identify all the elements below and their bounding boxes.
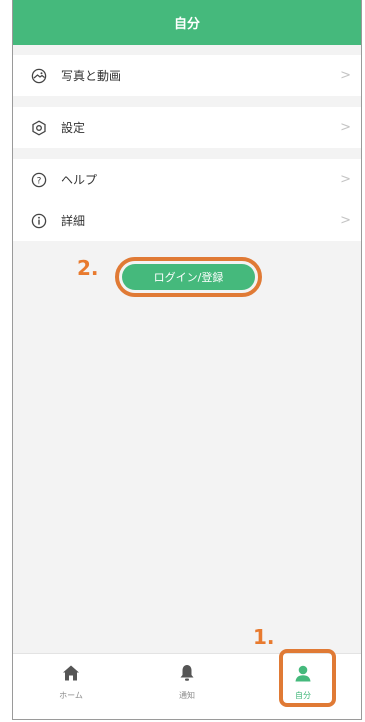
step-1-annotation: 1.: [253, 625, 275, 649]
tab-home[interactable]: ホーム: [13, 654, 129, 719]
svg-text:?: ?: [37, 176, 42, 186]
photo-icon: [31, 68, 47, 84]
tab-notifications[interactable]: 通知: [129, 654, 245, 719]
help-circle-icon: ?: [31, 172, 47, 188]
menu-item-help[interactable]: ? ヘルプ >: [13, 159, 361, 200]
menu-item-photos[interactable]: 写真と動画 >: [13, 55, 361, 96]
hexagon-settings-icon: [31, 119, 47, 136]
menu-item-details[interactable]: 詳細 >: [13, 200, 361, 241]
chevron-right-icon: >: [340, 68, 351, 83]
chevron-right-icon: >: [340, 213, 351, 228]
chevron-right-icon: >: [340, 172, 351, 187]
menu-item-label: 詳細: [61, 214, 86, 228]
page-header: 自分: [13, 0, 361, 45]
menu-group-settings: 設定 >: [13, 107, 361, 148]
page-title: 自分: [173, 17, 200, 32]
tab-label: ホーム: [59, 691, 83, 700]
tab-label: 通知: [179, 691, 195, 700]
info-circle-icon: [31, 213, 47, 229]
me-tab-highlight-outline: [279, 649, 336, 707]
step-2-annotation: 2.: [77, 256, 99, 280]
chevron-right-icon: >: [340, 120, 351, 135]
menu-group-media: 写真と動画 >: [13, 55, 361, 96]
menu-item-settings[interactable]: 設定 >: [13, 107, 361, 148]
phone-screen: 自分 写真と動画 > 設定 > ? ヘルプ > 詳細 > ホーム 通知 自分: [12, 0, 362, 720]
menu-group-support: ? ヘルプ > 詳細 >: [13, 159, 361, 241]
menu-item-label: ヘルプ: [61, 173, 98, 187]
menu-item-label: 写真と動画: [61, 69, 122, 83]
bell-icon: [178, 664, 196, 686]
home-icon: [62, 664, 80, 686]
login-register-button[interactable]: ログイン/登録: [122, 264, 255, 290]
menu-item-label: 設定: [61, 121, 86, 135]
